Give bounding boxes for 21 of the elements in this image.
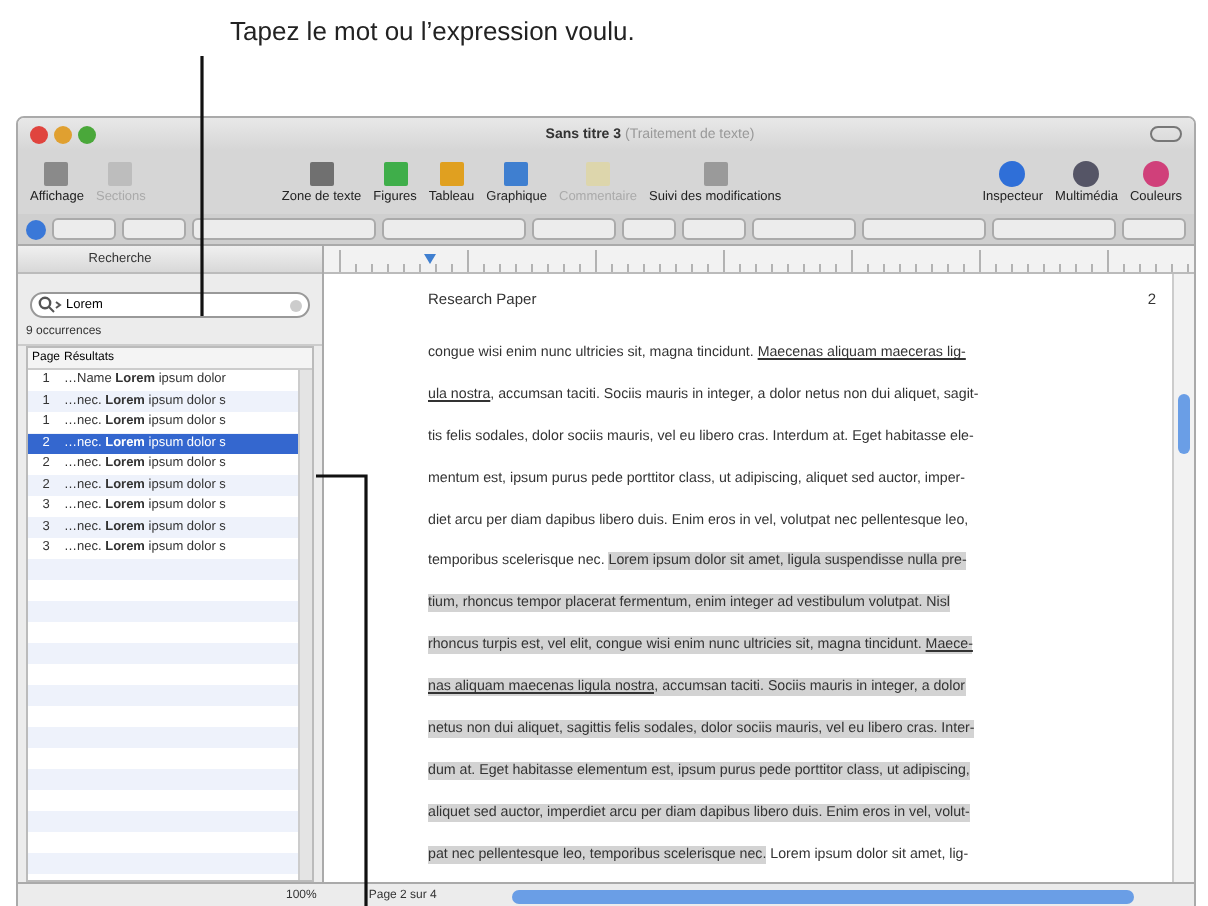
toolbar-icon: [699, 160, 732, 188]
scrollbar[interactable]: [298, 370, 312, 880]
toolbar-icon: [582, 160, 614, 188]
callout-text: Tapez le mot ou l’expression voulu.: [228, 14, 637, 50]
toolbar-icon: [500, 160, 533, 188]
scrollbar-thumb[interactable]: [1178, 394, 1190, 454]
search-icon: [38, 296, 62, 314]
toolbar-icon: [379, 160, 412, 188]
toolbar-icon: [40, 160, 73, 188]
minimize-button[interactable]: [54, 125, 72, 143]
toolbar-icon: [1070, 160, 1103, 188]
toolbar-icon: [435, 160, 468, 188]
toolbar-icon: [305, 160, 338, 188]
toolbar-icon: [1139, 160, 1172, 188]
horizontal-scrollbar[interactable]: [512, 889, 1134, 903]
toolbar-icon: [104, 160, 137, 188]
close-button[interactable]: [30, 125, 48, 143]
toolbar-toggle-button[interactable]: [1150, 126, 1182, 142]
toolbar-icon: [996, 160, 1029, 188]
navigation-button[interactable]: [26, 219, 46, 239]
zoom-button[interactable]: [78, 125, 96, 143]
